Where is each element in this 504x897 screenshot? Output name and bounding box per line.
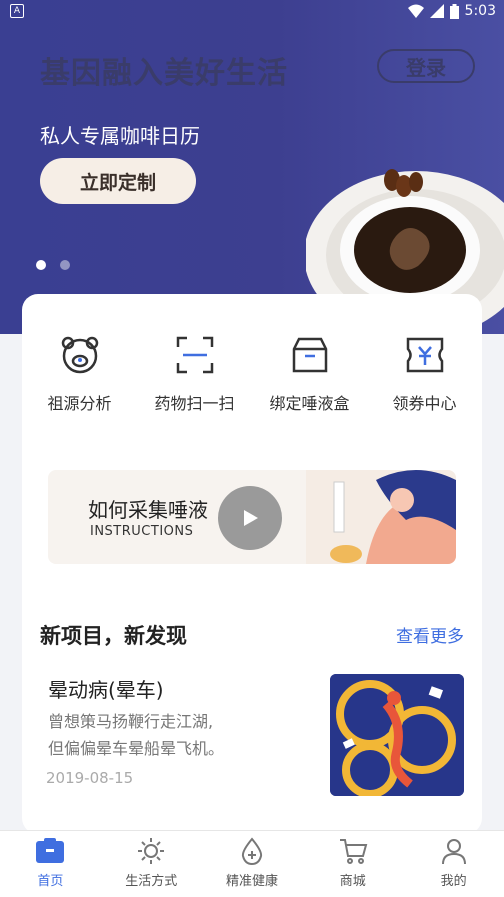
article-thumbnail — [330, 674, 464, 796]
instructions-banner[interactable]: 如何采集唾液 INSTRUCTIONS — [48, 470, 456, 564]
customize-button[interactable]: 立即定制 — [40, 158, 196, 204]
coupon-icon — [402, 332, 448, 378]
article-date: 2019-08-15 — [46, 769, 134, 787]
quick-bind-box[interactable]: 绑定唾液盒 — [252, 332, 367, 414]
tab-health-label: 精准健康 — [225, 874, 278, 889]
article-desc-line: 曾想策马扬鞭行走江湖, — [48, 712, 214, 731]
quick-scan[interactable]: 药物扫一扫 — [137, 332, 252, 414]
quick-coupon-label: 领券中心 — [392, 394, 457, 413]
clock: 5:03 — [464, 3, 496, 19]
login-button[interactable]: 登录 — [377, 49, 475, 83]
quick-ancestry[interactable]: 祖源分析 — [22, 332, 137, 414]
wifi-icon — [407, 4, 424, 18]
quick-bind-box-label: 绑定唾液盒 — [269, 394, 350, 413]
article-title: 晕动病(晕车) — [48, 678, 164, 702]
view-more-link[interactable]: 查看更多 — [396, 622, 464, 647]
tab-lifestyle-label: 生活方式 — [125, 874, 178, 889]
banner-illustration — [306, 470, 456, 564]
quick-ancestry-label: 祖源分析 — [47, 394, 112, 413]
tab-mall[interactable]: 商城 — [302, 831, 403, 897]
banner-title: 如何采集唾液 — [88, 498, 208, 522]
battery-icon — [449, 3, 459, 19]
carousel-dot[interactable] — [60, 260, 70, 270]
notification-icon: A — [10, 4, 24, 18]
home-icon — [36, 838, 65, 863]
drop-plus-icon — [241, 837, 263, 865]
quick-actions: 祖源分析 药物扫一扫 绑定唾液盒 领券中心 — [22, 332, 482, 414]
bottom-tab-bar: 首页 生活方式 精准健康 商城 我的 — [0, 830, 504, 897]
quick-coupon[interactable]: 领券中心 — [367, 332, 482, 414]
sun-icon — [138, 838, 165, 864]
tab-home[interactable]: 首页 — [0, 831, 101, 897]
banner-subtitle: INSTRUCTIONS — [90, 524, 194, 539]
tab-mall-label: 商城 — [339, 874, 366, 889]
carousel-dots — [36, 260, 70, 270]
tab-profile-label: 我的 — [440, 874, 467, 889]
tab-profile[interactable]: 我的 — [403, 831, 504, 897]
play-button[interactable] — [218, 486, 282, 550]
article-description: 曾想策马扬鞭行走江湖, 但偏偏晕车晕船晕飞机。 — [48, 708, 308, 762]
tab-home-label: 首页 — [37, 874, 64, 889]
main-card: 祖源分析 药物扫一扫 绑定唾液盒 领券中心 如何采集唾液 INSTRUCTION… — [22, 294, 482, 834]
cart-icon — [339, 839, 368, 864]
carousel-dot-active[interactable] — [36, 260, 46, 270]
hero-banner[interactable]: 基因融入美好生活 登录 私人专属咖啡日历 立即定制 — [0, 0, 504, 334]
section-title: 新项目，新发现 — [40, 624, 187, 648]
bear-face-icon — [57, 332, 103, 378]
play-icon — [244, 510, 258, 526]
scan-icon — [172, 332, 218, 378]
signal-icon — [429, 4, 444, 18]
status-bar: A 5:03 — [0, 0, 504, 24]
quick-scan-label: 药物扫一扫 — [154, 394, 235, 413]
article-desc-line: 但偏偏晕车晕船晕飞机。 — [48, 739, 225, 758]
hero-subtitle: 私人专属咖啡日历 — [40, 124, 200, 148]
user-icon — [441, 839, 466, 865]
hero-title: 基因融入美好生活 — [40, 56, 288, 91]
box-icon — [287, 332, 333, 378]
tab-lifestyle[interactable]: 生活方式 — [101, 831, 202, 897]
tab-health[interactable]: 精准健康 — [202, 831, 303, 897]
